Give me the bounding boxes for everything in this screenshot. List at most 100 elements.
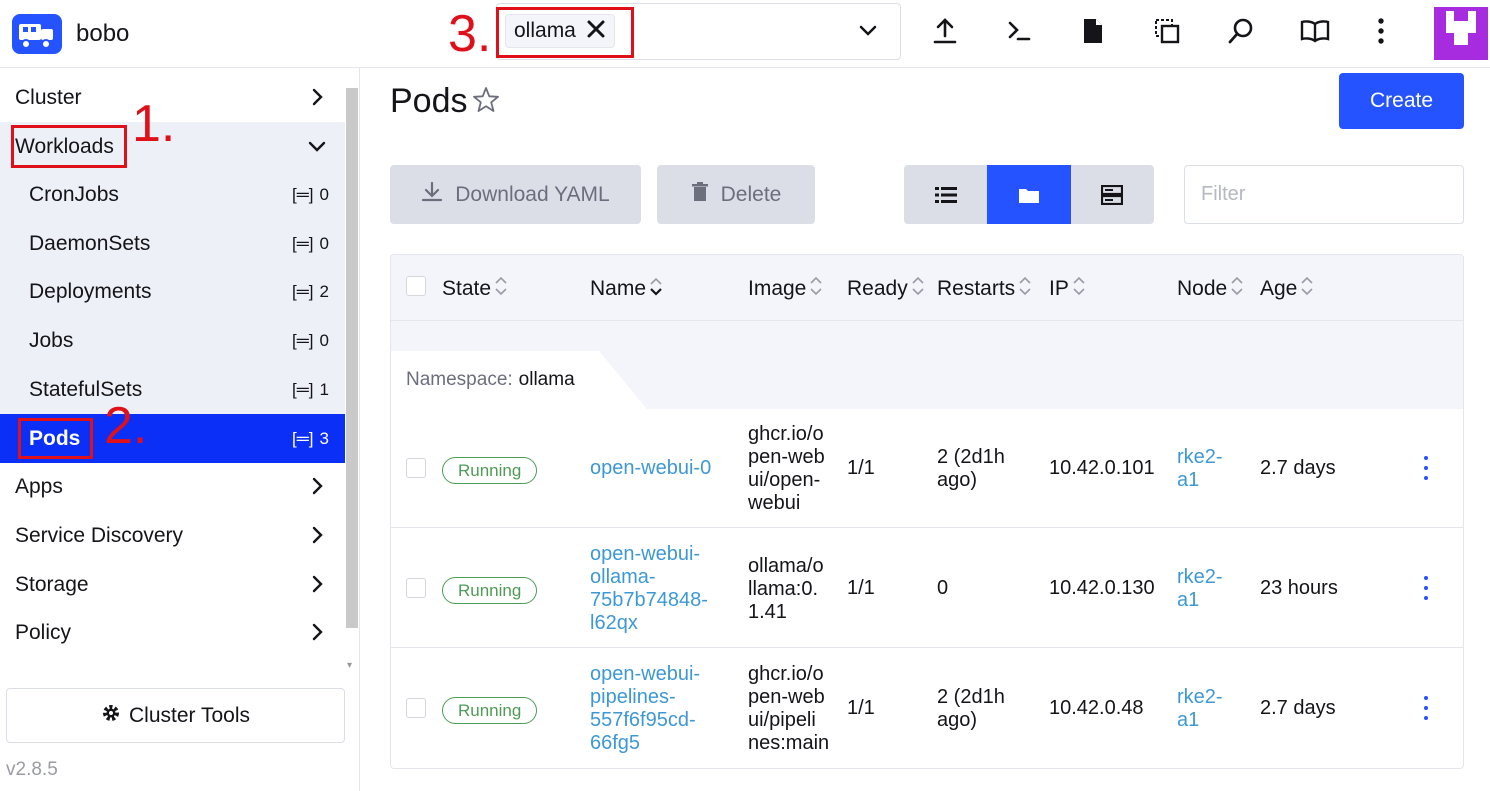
upload-icon[interactable] xyxy=(928,14,962,48)
delete-label: Delete xyxy=(720,182,782,206)
namespaced-icon: [═] xyxy=(292,380,314,399)
table-row: Running open-webui-pipelines- 557f6f95cd-… xyxy=(391,649,1463,768)
row-actions-icon[interactable] xyxy=(1421,696,1431,720)
terminal-icon[interactable] xyxy=(1002,14,1036,48)
column-label: State xyxy=(442,277,492,300)
select-all-checkbox[interactable] xyxy=(406,276,426,296)
book-icon[interactable] xyxy=(1298,14,1332,48)
column-label: IP xyxy=(1049,277,1069,300)
annotation-box-namespace xyxy=(496,7,634,58)
sort-down-icon xyxy=(648,275,664,303)
copy-config-icon[interactable] xyxy=(1150,14,1184,48)
flat-list-view-button[interactable] xyxy=(904,165,988,224)
row-checkbox[interactable] xyxy=(406,458,426,478)
sidebar-item-statefulsets[interactable]: StatefulSets [═] 1 xyxy=(0,365,345,414)
text-line: nes:main xyxy=(748,732,830,754)
resource-count: [═] 0 xyxy=(292,331,329,351)
search-icon[interactable] xyxy=(1224,14,1258,48)
text-line: 75b7b74848- xyxy=(590,589,708,611)
column-header-name[interactable]: Name xyxy=(590,275,664,303)
ready-cell: 1/1 xyxy=(847,577,875,599)
sidebar-item-deployments[interactable]: Deployments [═] 2 xyxy=(0,267,345,316)
status-badge: Running xyxy=(442,577,538,604)
chevron-down-icon[interactable] xyxy=(856,18,880,42)
cluster-tools-button[interactable]: Cluster Tools xyxy=(6,688,345,743)
cluster-tools-label: Cluster Tools xyxy=(129,703,250,727)
sidebar-group-label: Policy xyxy=(15,620,72,644)
column-header-ready[interactable]: Ready xyxy=(847,275,926,303)
text-line: ghcr.io/o xyxy=(748,423,824,445)
cluster-name[interactable]: bobo xyxy=(76,20,129,48)
sort-icon xyxy=(493,275,509,303)
sidebar-scrollbar[interactable] xyxy=(346,88,358,628)
create-button[interactable]: Create xyxy=(1339,73,1464,129)
column-label: Image xyxy=(748,277,807,300)
column-header-age[interactable]: Age xyxy=(1260,275,1315,303)
image-cell: ghcr.io/o pen-web ui/pipeli nes:main xyxy=(748,663,829,755)
node-link[interactable]: rke2- a1 xyxy=(1177,566,1223,612)
user-avatar[interactable] xyxy=(1434,7,1488,60)
row-checkbox[interactable] xyxy=(406,578,426,598)
text-line: ghcr.io/o xyxy=(748,663,824,685)
column-header-ip[interactable]: IP xyxy=(1049,275,1087,303)
sort-icon xyxy=(1071,275,1087,303)
text-line: a1 xyxy=(1177,709,1200,731)
count-value: 0 xyxy=(319,185,329,204)
status-badge: Running xyxy=(442,697,538,724)
pod-name-link[interactable]: open-webui-pipelines- 557f6f95cd- 66fg5 xyxy=(590,663,700,755)
group-by-namespace-button[interactable] xyxy=(987,165,1071,224)
text-line: llama:0. xyxy=(748,578,819,600)
text-line: a1 xyxy=(1177,469,1200,491)
ip-cell: 10.42.0.101 xyxy=(1049,457,1155,479)
text-line: a1 xyxy=(1177,589,1200,611)
text-line: ago) xyxy=(937,469,978,491)
sidebar-group-storage[interactable]: Storage xyxy=(0,560,345,609)
star-icon[interactable] xyxy=(472,86,500,114)
pod-name-link[interactable]: open-webui-ollama- 75b7b74848- l62qx xyxy=(590,543,708,635)
sidebar-group-apps[interactable]: Apps xyxy=(0,462,345,511)
filter-input[interactable] xyxy=(1184,165,1464,224)
sidebar-item-cronjobs[interactable]: CronJobs [═] 0 xyxy=(0,170,345,219)
cluster-logo-icon[interactable] xyxy=(12,14,62,54)
scroll-down-icon[interactable]: ▾ xyxy=(347,660,352,671)
row-actions-icon[interactable] xyxy=(1421,456,1431,480)
column-header-image[interactable]: Image xyxy=(748,275,824,303)
pod-name-link[interactable]: open-webui-0 xyxy=(590,457,711,480)
delete-button[interactable]: Delete xyxy=(657,165,815,224)
sidebar-item-daemonsets[interactable]: DaemonSets [═] 0 xyxy=(0,219,345,268)
node-link[interactable]: rke2- a1 xyxy=(1177,686,1223,732)
text-line: rke2- xyxy=(1177,566,1223,588)
namespace-group-value: ollama xyxy=(518,369,575,390)
annotation-number-three: 3. xyxy=(448,5,492,63)
ready-cell: 1/1 xyxy=(847,457,875,479)
sidebar-group-service-discovery[interactable]: Service Discovery xyxy=(0,511,345,560)
group-by-node-button[interactable] xyxy=(1070,165,1154,224)
column-header-restarts[interactable]: Restarts xyxy=(937,275,1033,303)
version-label[interactable]: v2.8.5 xyxy=(6,759,58,781)
table-row: Running open-webui-0 ghcr.io/o pen-web ui/… xyxy=(391,409,1463,528)
sidebar-group-policy[interactable]: Policy xyxy=(0,608,345,657)
sidebar-item-label: Deployments xyxy=(29,279,152,303)
column-header-state[interactable]: State xyxy=(442,275,509,303)
sidebar-item-label: DaemonSets xyxy=(29,231,151,255)
resource-count: [═] 0 xyxy=(292,185,329,205)
count-value: 3 xyxy=(319,429,329,448)
row-actions-icon[interactable] xyxy=(1421,576,1431,600)
download-yaml-button[interactable]: Download YAML xyxy=(390,165,641,224)
count-value: 2 xyxy=(319,282,329,301)
text-line: open-webui-0 xyxy=(590,457,712,479)
text-line: pen-web xyxy=(748,446,825,468)
text-line: ollama/o xyxy=(748,555,824,577)
column-label: Age xyxy=(1260,277,1298,300)
row-checkbox[interactable] xyxy=(406,698,426,718)
file-icon[interactable] xyxy=(1076,14,1110,48)
more-vertical-icon[interactable] xyxy=(1364,14,1398,48)
node-link[interactable]: rke2- a1 xyxy=(1177,446,1223,492)
download-icon xyxy=(421,181,443,209)
age-cell: 2.7 days xyxy=(1260,697,1336,719)
sidebar-item-jobs[interactable]: Jobs [═] 0 xyxy=(0,316,345,365)
sort-icon xyxy=(1229,275,1245,303)
text-line: rke2- xyxy=(1177,686,1223,708)
column-header-node[interactable]: Node xyxy=(1177,275,1245,303)
text-line: open-webui- xyxy=(590,663,701,685)
